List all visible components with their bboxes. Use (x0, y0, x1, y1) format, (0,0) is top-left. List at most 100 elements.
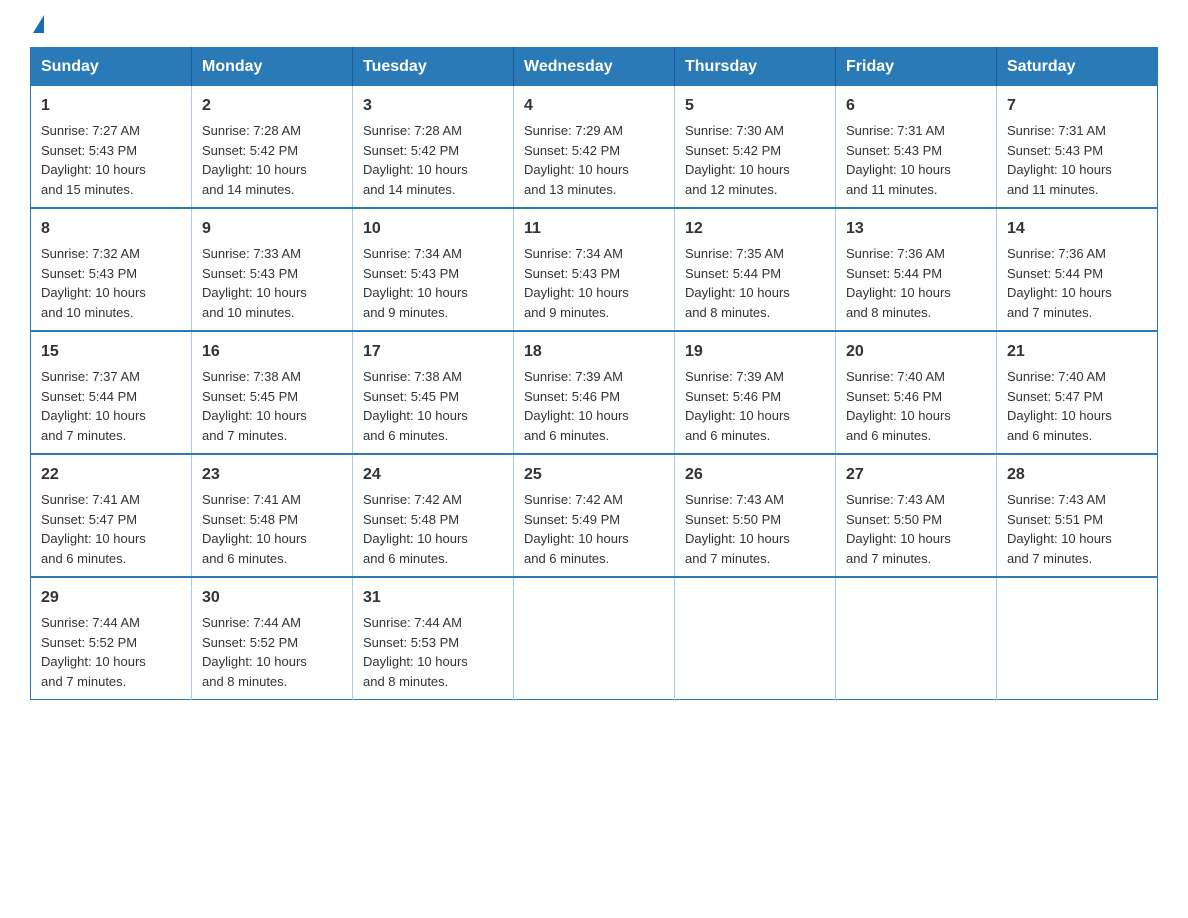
day-number: 31 (363, 586, 503, 610)
calendar-day-cell: 13 Sunrise: 7:36 AMSunset: 5:44 PMDaylig… (836, 208, 997, 331)
day-info: Sunrise: 7:31 AMSunset: 5:43 PMDaylight:… (846, 123, 951, 197)
calendar-day-header: Thursday (675, 48, 836, 87)
day-number: 25 (524, 463, 664, 487)
day-info: Sunrise: 7:27 AMSunset: 5:43 PMDaylight:… (41, 123, 146, 197)
day-info: Sunrise: 7:34 AMSunset: 5:43 PMDaylight:… (524, 246, 629, 320)
calendar-day-cell: 30 Sunrise: 7:44 AMSunset: 5:52 PMDaylig… (192, 577, 353, 700)
day-info: Sunrise: 7:30 AMSunset: 5:42 PMDaylight:… (685, 123, 790, 197)
calendar-day-cell: 5 Sunrise: 7:30 AMSunset: 5:42 PMDayligh… (675, 86, 836, 208)
calendar-day-cell: 7 Sunrise: 7:31 AMSunset: 5:43 PMDayligh… (997, 86, 1158, 208)
day-info: Sunrise: 7:38 AMSunset: 5:45 PMDaylight:… (202, 369, 307, 443)
calendar-day-cell (997, 577, 1158, 700)
day-info: Sunrise: 7:42 AMSunset: 5:48 PMDaylight:… (363, 492, 468, 566)
day-number: 16 (202, 340, 342, 364)
calendar-day-cell: 27 Sunrise: 7:43 AMSunset: 5:50 PMDaylig… (836, 454, 997, 577)
calendar-day-cell: 10 Sunrise: 7:34 AMSunset: 5:43 PMDaylig… (353, 208, 514, 331)
calendar-day-cell: 25 Sunrise: 7:42 AMSunset: 5:49 PMDaylig… (514, 454, 675, 577)
calendar-day-cell: 26 Sunrise: 7:43 AMSunset: 5:50 PMDaylig… (675, 454, 836, 577)
day-info: Sunrise: 7:39 AMSunset: 5:46 PMDaylight:… (685, 369, 790, 443)
calendar-day-cell: 17 Sunrise: 7:38 AMSunset: 5:45 PMDaylig… (353, 331, 514, 454)
day-number: 15 (41, 340, 181, 364)
day-info: Sunrise: 7:28 AMSunset: 5:42 PMDaylight:… (202, 123, 307, 197)
day-info: Sunrise: 7:41 AMSunset: 5:48 PMDaylight:… (202, 492, 307, 566)
day-number: 8 (41, 217, 181, 241)
calendar-day-cell: 4 Sunrise: 7:29 AMSunset: 5:42 PMDayligh… (514, 86, 675, 208)
calendar-day-cell: 19 Sunrise: 7:39 AMSunset: 5:46 PMDaylig… (675, 331, 836, 454)
day-number: 26 (685, 463, 825, 487)
day-number: 7 (1007, 94, 1147, 118)
calendar-day-cell: 11 Sunrise: 7:34 AMSunset: 5:43 PMDaylig… (514, 208, 675, 331)
day-number: 9 (202, 217, 342, 241)
logo-triangle-icon (33, 15, 44, 33)
calendar-day-header: Tuesday (353, 48, 514, 87)
calendar-day-cell: 23 Sunrise: 7:41 AMSunset: 5:48 PMDaylig… (192, 454, 353, 577)
day-number: 10 (363, 217, 503, 241)
calendar-day-cell: 31 Sunrise: 7:44 AMSunset: 5:53 PMDaylig… (353, 577, 514, 700)
day-number: 2 (202, 94, 342, 118)
day-info: Sunrise: 7:38 AMSunset: 5:45 PMDaylight:… (363, 369, 468, 443)
calendar-day-cell: 16 Sunrise: 7:38 AMSunset: 5:45 PMDaylig… (192, 331, 353, 454)
calendar-day-cell (675, 577, 836, 700)
day-number: 30 (202, 586, 342, 610)
day-info: Sunrise: 7:39 AMSunset: 5:46 PMDaylight:… (524, 369, 629, 443)
calendar-day-cell: 24 Sunrise: 7:42 AMSunset: 5:48 PMDaylig… (353, 454, 514, 577)
day-info: Sunrise: 7:35 AMSunset: 5:44 PMDaylight:… (685, 246, 790, 320)
calendar-day-cell (836, 577, 997, 700)
day-number: 14 (1007, 217, 1147, 241)
page-header (30, 20, 1158, 29)
calendar-day-header: Monday (192, 48, 353, 87)
calendar-day-header: Wednesday (514, 48, 675, 87)
day-info: Sunrise: 7:41 AMSunset: 5:47 PMDaylight:… (41, 492, 146, 566)
day-info: Sunrise: 7:43 AMSunset: 5:50 PMDaylight:… (846, 492, 951, 566)
calendar-day-header: Sunday (31, 48, 192, 87)
day-number: 5 (685, 94, 825, 118)
day-info: Sunrise: 7:43 AMSunset: 5:50 PMDaylight:… (685, 492, 790, 566)
calendar-day-cell: 15 Sunrise: 7:37 AMSunset: 5:44 PMDaylig… (31, 331, 192, 454)
calendar-day-cell: 2 Sunrise: 7:28 AMSunset: 5:42 PMDayligh… (192, 86, 353, 208)
day-info: Sunrise: 7:31 AMSunset: 5:43 PMDaylight:… (1007, 123, 1112, 197)
logo (30, 20, 44, 29)
calendar-day-cell: 8 Sunrise: 7:32 AMSunset: 5:43 PMDayligh… (31, 208, 192, 331)
calendar-day-cell: 9 Sunrise: 7:33 AMSunset: 5:43 PMDayligh… (192, 208, 353, 331)
day-info: Sunrise: 7:32 AMSunset: 5:43 PMDaylight:… (41, 246, 146, 320)
day-number: 18 (524, 340, 664, 364)
calendar-day-cell: 20 Sunrise: 7:40 AMSunset: 5:46 PMDaylig… (836, 331, 997, 454)
day-number: 27 (846, 463, 986, 487)
day-number: 6 (846, 94, 986, 118)
calendar-day-cell: 18 Sunrise: 7:39 AMSunset: 5:46 PMDaylig… (514, 331, 675, 454)
day-info: Sunrise: 7:37 AMSunset: 5:44 PMDaylight:… (41, 369, 146, 443)
day-number: 12 (685, 217, 825, 241)
day-info: Sunrise: 7:28 AMSunset: 5:42 PMDaylight:… (363, 123, 468, 197)
calendar-week-row: 1 Sunrise: 7:27 AMSunset: 5:43 PMDayligh… (31, 86, 1158, 208)
day-number: 20 (846, 340, 986, 364)
calendar-day-cell (514, 577, 675, 700)
day-number: 4 (524, 94, 664, 118)
calendar-week-row: 22 Sunrise: 7:41 AMSunset: 5:47 PMDaylig… (31, 454, 1158, 577)
calendar-day-cell: 28 Sunrise: 7:43 AMSunset: 5:51 PMDaylig… (997, 454, 1158, 577)
day-number: 24 (363, 463, 503, 487)
day-number: 1 (41, 94, 181, 118)
calendar-day-cell: 14 Sunrise: 7:36 AMSunset: 5:44 PMDaylig… (997, 208, 1158, 331)
calendar-day-cell: 6 Sunrise: 7:31 AMSunset: 5:43 PMDayligh… (836, 86, 997, 208)
day-info: Sunrise: 7:40 AMSunset: 5:46 PMDaylight:… (846, 369, 951, 443)
day-number: 17 (363, 340, 503, 364)
calendar-day-cell: 22 Sunrise: 7:41 AMSunset: 5:47 PMDaylig… (31, 454, 192, 577)
calendar-day-header: Friday (836, 48, 997, 87)
day-info: Sunrise: 7:44 AMSunset: 5:53 PMDaylight:… (363, 615, 468, 689)
day-info: Sunrise: 7:44 AMSunset: 5:52 PMDaylight:… (202, 615, 307, 689)
day-number: 13 (846, 217, 986, 241)
day-info: Sunrise: 7:44 AMSunset: 5:52 PMDaylight:… (41, 615, 146, 689)
day-info: Sunrise: 7:29 AMSunset: 5:42 PMDaylight:… (524, 123, 629, 197)
day-number: 19 (685, 340, 825, 364)
day-info: Sunrise: 7:40 AMSunset: 5:47 PMDaylight:… (1007, 369, 1112, 443)
day-number: 11 (524, 217, 664, 241)
calendar-day-cell: 12 Sunrise: 7:35 AMSunset: 5:44 PMDaylig… (675, 208, 836, 331)
calendar-table: SundayMondayTuesdayWednesdayThursdayFrid… (30, 47, 1158, 700)
calendar-week-row: 8 Sunrise: 7:32 AMSunset: 5:43 PMDayligh… (31, 208, 1158, 331)
calendar-day-cell: 1 Sunrise: 7:27 AMSunset: 5:43 PMDayligh… (31, 86, 192, 208)
day-info: Sunrise: 7:42 AMSunset: 5:49 PMDaylight:… (524, 492, 629, 566)
day-info: Sunrise: 7:34 AMSunset: 5:43 PMDaylight:… (363, 246, 468, 320)
calendar-week-row: 15 Sunrise: 7:37 AMSunset: 5:44 PMDaylig… (31, 331, 1158, 454)
day-number: 3 (363, 94, 503, 118)
day-info: Sunrise: 7:36 AMSunset: 5:44 PMDaylight:… (846, 246, 951, 320)
